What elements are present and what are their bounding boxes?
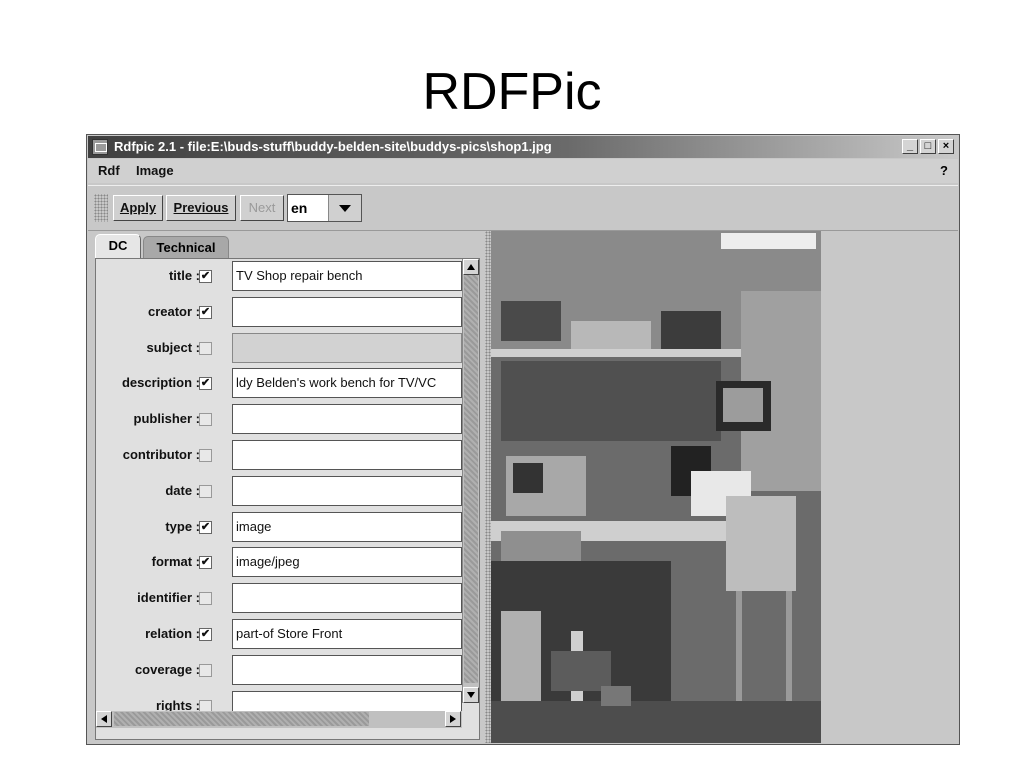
field-row: date : <box>96 475 462 511</box>
scroll-left-button[interactable] <box>96 711 112 727</box>
minimize-button[interactable]: _ <box>902 139 918 154</box>
field-checkbox[interactable]: ✔ <box>199 628 212 641</box>
tab-technical[interactable]: Technical <box>143 236 229 258</box>
field-label: subject : <box>146 340 200 355</box>
scroll-down-button[interactable] <box>463 687 479 703</box>
horizontal-scroll-thumb[interactable] <box>114 712 369 726</box>
field-row: creator : ✔ <box>96 296 462 332</box>
field-label: type : <box>165 519 200 534</box>
field-row: contributor : <box>96 439 462 475</box>
field-input[interactable]: part-of Store Front <box>232 619 462 649</box>
field-input[interactable] <box>232 440 462 470</box>
app-icon <box>92 139 108 155</box>
scroll-up-button[interactable] <box>463 259 479 275</box>
field-label: format : <box>151 554 200 569</box>
close-button[interactable]: × <box>938 139 954 154</box>
field-label: date : <box>165 483 200 498</box>
help-menu[interactable]: ? <box>940 159 948 183</box>
field-input[interactable] <box>232 476 462 506</box>
photo-preview <box>491 231 821 743</box>
menu-image[interactable]: Image <box>136 159 174 183</box>
photo-image <box>491 231 821 743</box>
field-label: contributor : <box>122 447 200 462</box>
language-value: en <box>291 200 308 216</box>
field-label: identifier : <box>137 590 200 605</box>
horizontal-scrollbar[interactable] <box>96 711 462 728</box>
field-row: subject : <box>96 332 462 368</box>
field-label: title : <box>168 268 200 283</box>
field-label: description : <box>121 375 200 390</box>
field-input[interactable]: TV Shop repair bench <box>232 261 462 291</box>
field-checkbox[interactable] <box>199 664 212 677</box>
field-input[interactable] <box>232 404 462 434</box>
field-input[interactable]: ldy Belden's work bench for TV/VC <box>232 368 462 398</box>
field-checkbox[interactable]: ✔ <box>199 306 212 319</box>
dc-form: title : ✔ TV Shop repair bench creator : ✔ su… <box>95 258 480 740</box>
field-row: type : ✔ image <box>96 511 462 547</box>
previous-button[interactable]: Previous <box>166 195 236 221</box>
field-row: coverage : <box>96 654 462 690</box>
scroll-right-button[interactable] <box>445 711 461 727</box>
field-checkbox[interactable] <box>199 592 212 605</box>
field-label: creator : <box>147 304 200 319</box>
window-title: Rdfpic 2.1 - file:E:\buds-stuff\buddy-be… <box>114 139 552 154</box>
field-label: relation : <box>145 626 200 641</box>
field-row: format : ✔ image/jpeg <box>96 546 462 582</box>
field-checkbox[interactable] <box>199 485 212 498</box>
field-label: publisher : <box>133 411 200 426</box>
field-row: relation : ✔ part-of Store Front <box>96 618 462 654</box>
language-select[interactable]: en <box>287 194 362 222</box>
field-row: description : ✔ ldy Belden's work bench fo… <box>96 367 462 403</box>
field-row: title : ✔ TV Shop repair bench <box>96 260 462 296</box>
vertical-scrollbar[interactable] <box>462 259 479 703</box>
field-row: identifier : <box>96 582 462 618</box>
field-input[interactable] <box>232 333 462 363</box>
apply-button[interactable]: Apply <box>113 195 163 221</box>
toolbar-grip[interactable] <box>94 194 108 222</box>
field-row: publisher : <box>96 403 462 439</box>
menu-rdf[interactable]: Rdf <box>98 159 120 183</box>
field-input[interactable]: image/jpeg <box>232 547 462 577</box>
field-checkbox[interactable]: ✔ <box>199 556 212 569</box>
metadata-pane: DC Technical title : ✔ TV Shop repair benc… <box>91 231 485 743</box>
field-input[interactable]: image <box>232 512 462 542</box>
slide-title: RDFPic <box>422 63 602 121</box>
field-checkbox[interactable] <box>199 413 212 426</box>
field-input[interactable] <box>232 297 462 327</box>
tab-dc[interactable]: DC <box>95 234 141 258</box>
field-label: coverage : <box>134 662 200 677</box>
maximize-button[interactable]: □ <box>920 139 936 154</box>
chevron-down-icon[interactable] <box>328 195 361 221</box>
field-checkbox[interactable]: ✔ <box>199 270 212 283</box>
field-input[interactable] <box>232 583 462 613</box>
field-checkbox[interactable] <box>199 342 212 355</box>
field-checkbox[interactable]: ✔ <box>199 521 212 534</box>
vertical-scroll-thumb[interactable] <box>464 275 478 683</box>
next-button[interactable]: Next <box>240 195 284 221</box>
field-input[interactable] <box>232 655 462 685</box>
window-titlebar[interactable]: Rdfpic 2.1 - file:E:\buds-stuff\buddy-be… <box>88 136 958 158</box>
field-checkbox[interactable]: ✔ <box>199 377 212 390</box>
toolbar: Apply Previous Next en <box>88 185 958 231</box>
menu-bar: Rdf Image ? <box>88 159 958 183</box>
field-checkbox[interactable] <box>199 449 212 462</box>
rdfpic-window: Rdfpic 2.1 - file:E:\buds-stuff\buddy-be… <box>86 134 960 745</box>
